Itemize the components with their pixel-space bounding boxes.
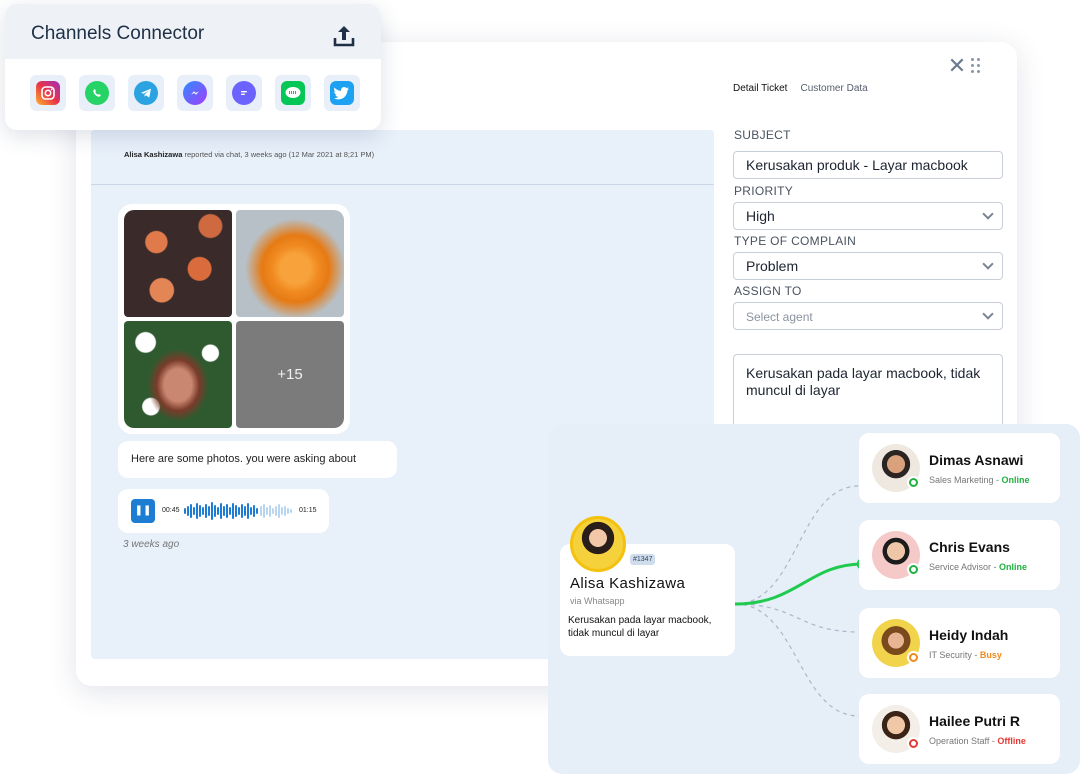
ticket-tabs: Detail Ticket Customer Data — [733, 83, 868, 94]
agent-name: Heidy Indah — [929, 627, 1009, 643]
chevron-down-icon — [982, 208, 994, 220]
channel-telegram[interactable] — [128, 75, 164, 111]
chat-timestamp: 3 weeks ago — [123, 539, 180, 550]
assign-placeholder: Select agent — [746, 310, 813, 324]
photo-thumbnail[interactable] — [124, 210, 232, 317]
agent-name: Hailee Putri R — [929, 713, 1021, 729]
pause-button[interactable]: ❚❚ — [131, 499, 155, 523]
subject-field[interactable]: Kerusakan produk - Layar macbook — [733, 151, 1003, 179]
agent-status: Busy — [979, 650, 1002, 660]
agent-status: Online — [1001, 475, 1030, 485]
chat-message: Here are some photos. you were asking ab… — [118, 441, 397, 478]
telegram-icon — [134, 81, 158, 105]
more-photos-count: +15 — [277, 366, 303, 383]
audio-message: ❚❚ 00:45 01:15 — [118, 489, 329, 533]
tab-detail-ticket[interactable]: Detail Ticket — [733, 83, 787, 94]
avatar — [570, 516, 626, 572]
agent-role: IT Security — [929, 650, 972, 660]
channel-line[interactable] — [275, 75, 311, 111]
type-label: TYPE OF COMPLAIN — [734, 234, 857, 248]
subject-label: SUBJECT — [734, 128, 791, 142]
tab-customer-data[interactable]: Customer Data — [800, 83, 867, 94]
twitter-icon — [330, 81, 354, 105]
agent-status: Offline — [997, 736, 1026, 746]
photo-thumbnail[interactable] — [124, 321, 232, 428]
channels-title: Channels Connector — [31, 23, 205, 44]
status-dot — [907, 737, 920, 750]
more-photos[interactable]: +15 — [236, 321, 344, 428]
chat-icon — [232, 81, 256, 105]
agent-role: Operation Staff — [929, 736, 990, 746]
status-dot — [907, 563, 920, 576]
subject-value: Kerusakan produk - Layar macbook — [746, 157, 968, 173]
agent-role: Sales Marketing — [929, 475, 994, 485]
reporter-name: Alisa Kashizawa — [124, 150, 183, 159]
reported-meta: reported via chat, 3 weeks ago (12 Mar 2… — [184, 150, 375, 159]
assign-label: ASSIGN TO — [734, 284, 802, 298]
audio-time-end: 01:15 — [299, 507, 317, 514]
instagram-icon — [36, 81, 60, 105]
agent-card[interactable]: Heidy Indah IT Security - Busy — [859, 608, 1060, 678]
channel-twitter[interactable] — [324, 75, 360, 111]
ticket-routing: Alisa Kashizawa via Whatsapp Kerusakan p… — [548, 424, 1080, 774]
customer-channel: via Whatsapp — [570, 596, 625, 606]
agent-status: Online — [999, 562, 1028, 572]
channel-whatsapp[interactable] — [79, 75, 115, 111]
agent-role: Service Advisor — [929, 562, 992, 572]
agent-role-status: IT Security - Busy — [929, 650, 1002, 660]
agent-name: Dimas Asnawi — [929, 452, 1024, 468]
channel-instagram[interactable] — [30, 75, 66, 111]
chevron-down-icon — [982, 258, 994, 270]
type-value: Problem — [746, 258, 799, 274]
upload-icon[interactable] — [331, 23, 357, 49]
channel-messenger[interactable] — [177, 75, 213, 111]
line-icon — [281, 81, 305, 105]
priority-select[interactable]: High — [733, 202, 1003, 230]
priority-value: High — [746, 208, 775, 224]
audio-time-start: 00:45 — [162, 507, 180, 514]
audio-waveform[interactable] — [184, 501, 296, 521]
customer-name: Alisa Kashizawa — [570, 575, 686, 592]
whatsapp-icon — [85, 81, 109, 105]
agent-card[interactable]: Chris Evans Service Advisor - Online — [859, 520, 1060, 590]
chat-header: Alisa Kashizawa reported via chat, 3 wee… — [91, 130, 714, 185]
channels-header: Channels Connector — [5, 4, 381, 59]
photo-grid: +15 — [118, 204, 350, 434]
customer-message: Kerusakan pada layar macbook, tidak munc… — [568, 615, 712, 639]
close-icon[interactable]: ✕ — [947, 55, 967, 77]
agent-card[interactable]: Hailee Putri R Operation Staff - Offline — [859, 694, 1060, 764]
agent-card[interactable]: Dimas Asnawi Sales Marketing - Online — [859, 433, 1060, 503]
report-meta: Alisa Kashizawa reported via chat, 3 wee… — [124, 150, 374, 159]
channel-chat[interactable] — [226, 75, 262, 111]
photo-thumbnail[interactable] — [236, 210, 344, 317]
agent-role-status: Operation Staff - Offline — [929, 736, 1026, 746]
channel-icons — [30, 75, 360, 111]
status-dot — [907, 651, 920, 664]
channels-connector: Channels Connector — [5, 4, 381, 130]
agent-role-status: Sales Marketing - Online — [929, 475, 1030, 485]
messenger-icon — [183, 81, 207, 105]
status-dot — [907, 476, 920, 489]
priority-label: PRIORITY — [734, 184, 794, 198]
type-select[interactable]: Problem — [733, 252, 1003, 280]
assign-select[interactable]: Select agent — [733, 302, 1003, 330]
agent-name: Chris Evans — [929, 539, 1010, 555]
chevron-down-icon — [982, 308, 994, 320]
agent-role-status: Service Advisor - Online — [929, 562, 1028, 572]
drag-handle-icon[interactable] — [971, 58, 983, 76]
ticket-id-badge: #1347 — [630, 554, 656, 565]
